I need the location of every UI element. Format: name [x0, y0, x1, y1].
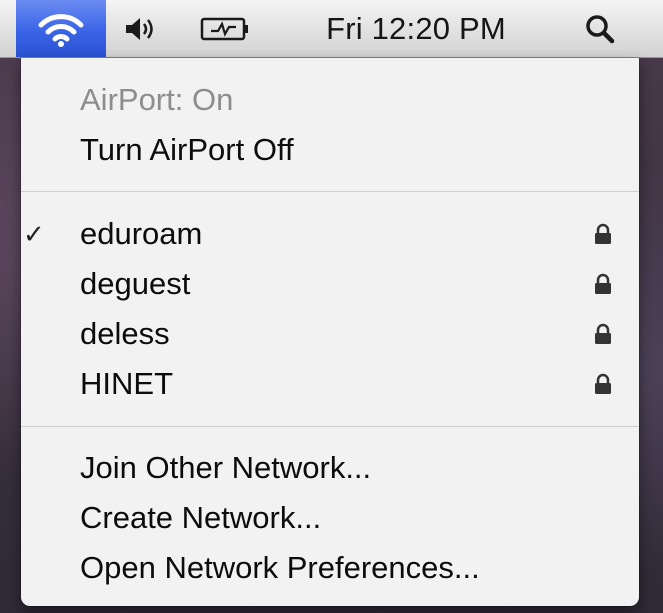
menu-bar-clock[interactable]: Fri 12:20 PM — [296, 0, 536, 57]
spotlight-menu[interactable] — [578, 0, 622, 57]
network-item-deguest[interactable]: deguest — [21, 259, 639, 309]
battery-menu[interactable] — [190, 0, 262, 57]
network-name: deless — [80, 316, 170, 351]
menu-separator — [21, 426, 639, 427]
volume-menu[interactable] — [116, 0, 164, 57]
network-name: HINET — [80, 366, 173, 401]
airport-dropdown-menu: AirPort: On Turn AirPort Off ✓ eduroam d… — [21, 58, 639, 606]
create-network-item[interactable]: Create Network... — [21, 493, 639, 543]
join-other-network-item[interactable]: Join Other Network... — [21, 443, 639, 493]
checkmark-icon: ✓ — [23, 219, 45, 249]
lock-icon — [595, 273, 611, 294]
wifi-icon — [38, 13, 84, 47]
spotlight-search-icon — [586, 14, 615, 43]
network-name: eduroam — [80, 216, 203, 251]
network-name: deguest — [80, 266, 191, 301]
airport-status-menu[interactable] — [16, 0, 106, 57]
network-item-eduroam[interactable]: ✓ eduroam — [21, 209, 639, 259]
menu-bar: Fri 12:20 PM — [0, 0, 663, 58]
battery-charging-icon — [200, 17, 248, 40]
network-item-deless[interactable]: deless — [21, 309, 639, 359]
volume-icon — [126, 17, 153, 40]
lock-icon — [595, 223, 611, 244]
open-network-preferences-item[interactable]: Open Network Preferences... — [21, 543, 639, 593]
network-item-hinet[interactable]: HINET — [21, 359, 639, 409]
lock-icon — [595, 323, 611, 344]
airport-status-label: AirPort: On — [80, 82, 234, 117]
turn-airport-off-item[interactable]: Turn AirPort Off — [21, 125, 639, 175]
menu-separator — [21, 191, 639, 192]
lock-icon — [595, 373, 611, 394]
